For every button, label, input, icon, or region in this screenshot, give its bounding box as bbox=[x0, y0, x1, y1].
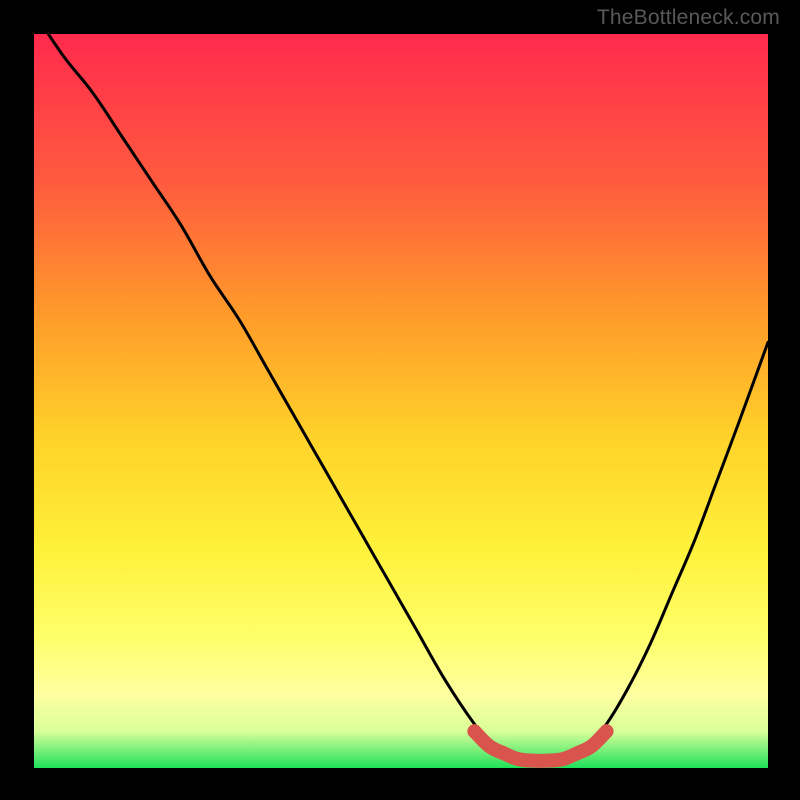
optimal-band bbox=[474, 731, 606, 761]
bottleneck-curve bbox=[34, 34, 768, 764]
plot-area bbox=[34, 34, 768, 768]
optimal-band-endpoint-left bbox=[467, 724, 481, 738]
chart-frame: TheBottleneck.com bbox=[0, 0, 800, 800]
optimal-band-endpoint-right bbox=[600, 724, 614, 738]
curve-layer bbox=[34, 34, 768, 768]
attribution-label: TheBottleneck.com bbox=[597, 6, 780, 30]
